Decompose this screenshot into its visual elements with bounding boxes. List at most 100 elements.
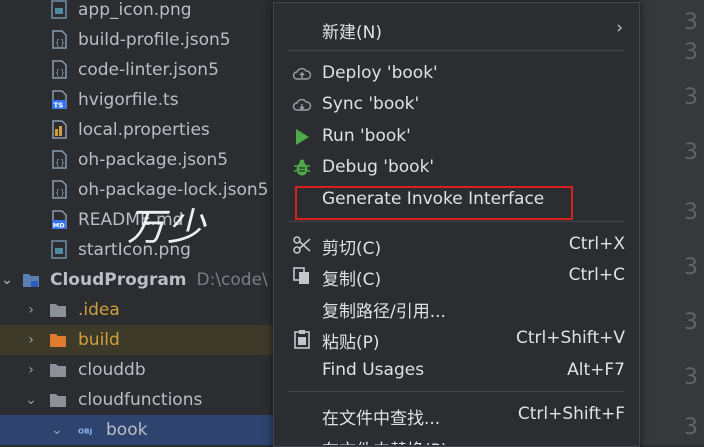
json-file-icon: {}: [52, 150, 67, 169]
tree-item-cloudfunctions[interactable]: ⌄ cloudfunctions: [0, 385, 300, 415]
tree-item-label: clouddb: [78, 360, 146, 380]
shortcut-label: Ctrl+Shift+V: [515, 328, 625, 348]
line-number: 3: [684, 140, 698, 165]
menu-item-label: Deploy 'book': [322, 63, 438, 83]
tree-item-build-profile[interactable]: {} build-profile.json5: [0, 25, 300, 55]
shortcut-label: Alt+F7: [567, 360, 625, 380]
menu-item-cut[interactable]: 剪切(C) Ctrl+X: [274, 229, 639, 259]
chevron-down-icon[interactable]: ⌄: [24, 393, 38, 407]
line-number: 3: [684, 40, 698, 65]
tree-item-cloudprogram[interactable]: ⌄ CloudProgram D:\code\: [0, 265, 300, 295]
ts-file-icon: TS: [52, 90, 67, 110]
svg-text:{}: {}: [55, 158, 65, 167]
menu-item-run[interactable]: Run 'book': [274, 121, 639, 151]
clipboard-icon: [294, 330, 310, 349]
image-file-icon: [51, 0, 67, 19]
menu-separator: [288, 221, 624, 222]
tree-item-label: CloudProgram D:\code\: [50, 270, 268, 290]
cloud-download-icon: [292, 98, 312, 111]
menu-separator: [288, 50, 624, 51]
json-file-icon: {}: [52, 30, 67, 49]
line-number: 3: [684, 255, 698, 280]
image-file-icon: [51, 240, 67, 259]
chevron-right-icon[interactable]: ›: [24, 333, 38, 347]
menu-item-find-usages[interactable]: Find Usages Alt+F7: [274, 355, 639, 385]
folder-orange-icon: [50, 334, 66, 347]
handwriting-overlay: 万少: [127, 205, 208, 249]
menu-item-label: 在文件中替换(P)...: [322, 436, 464, 445]
json-file-icon: {}: [52, 60, 67, 79]
tree-item-idea[interactable]: › .idea: [0, 295, 300, 325]
tree-item-label: code-linter.json5: [78, 60, 219, 80]
svg-text:{}: {}: [55, 188, 65, 197]
menu-item-label: Run 'book': [322, 126, 411, 146]
tree-item-hvigorfile[interactable]: TS hvigorfile.ts: [0, 85, 300, 115]
svg-text:TS: TS: [54, 102, 64, 110]
editor-gutter: 3 3 3 3 3 3 3 3 3: [640, 0, 704, 445]
line-number: 3: [684, 415, 698, 440]
obj-folder-icon: OBJ: [78, 427, 93, 436]
tree-item-clouddb[interactable]: › clouddb: [0, 355, 300, 385]
line-number: 3: [684, 310, 698, 335]
menu-item-label: 新建(N): [322, 23, 382, 43]
svg-text:{}: {}: [55, 38, 65, 47]
tree-item-label: book: [106, 420, 148, 440]
menu-item-label: 在文件中查找...: [322, 409, 441, 429]
tree-item-label: local.properties: [78, 120, 210, 140]
menu-item-replace-in-files[interactable]: 在文件中替换(P)...: [274, 431, 639, 445]
menu-item-label: 粘贴(P): [322, 333, 380, 353]
properties-file-icon: [52, 120, 67, 139]
chevron-down-icon[interactable]: ⌄: [50, 423, 64, 437]
folder-icon: [50, 364, 66, 377]
menu-item-new[interactable]: 新建(N) ›: [274, 13, 639, 43]
tree-item-book[interactable]: ⌄ OBJ book: [0, 415, 300, 445]
tree-item-label: oh-package.json5: [78, 150, 229, 170]
module-folder-icon: [23, 274, 39, 287]
tree-item-label: build-profile.json5: [78, 30, 231, 50]
svg-text:MD: MD: [53, 222, 65, 230]
tree-item-oh-package[interactable]: {} oh-package.json5: [0, 145, 300, 175]
folder-icon: [50, 304, 66, 317]
chevron-down-icon[interactable]: ⌄: [0, 273, 14, 287]
menu-item-sync[interactable]: Sync 'book': [274, 89, 639, 119]
menu-separator: [288, 391, 624, 392]
menu-item-debug[interactable]: Debug 'book': [274, 152, 639, 182]
shortcut-label: Ctrl+X: [568, 234, 625, 254]
highlight-box: [295, 186, 573, 220]
menu-item-copy[interactable]: 复制(C) Ctrl+C: [274, 260, 639, 290]
json-file-icon: {}: [52, 180, 67, 199]
menu-item-deploy[interactable]: Deploy 'book': [274, 58, 639, 88]
menu-item-label: Debug 'book': [322, 157, 435, 177]
line-number: 3: [684, 85, 698, 110]
line-number: 3: [684, 200, 698, 225]
tree-item-code-linter[interactable]: {} code-linter.json5: [0, 55, 300, 85]
chevron-right-icon[interactable]: ›: [24, 303, 38, 317]
md-file-icon: MD: [52, 210, 67, 230]
scissors-icon: [293, 236, 311, 254]
line-number: 3: [684, 365, 698, 390]
tree-item-label: app_icon.png: [78, 0, 192, 20]
chevron-right-icon: ›: [616, 18, 623, 38]
debug-bug-icon: [294, 159, 310, 176]
tree-item-label: hvigorfile.ts: [78, 90, 179, 110]
menu-item-label: Sync 'book': [322, 94, 420, 114]
shortcut-label: Ctrl+Shift+F: [517, 404, 625, 424]
menu-item-paste[interactable]: 粘贴(P) Ctrl+Shift+V: [274, 323, 639, 353]
cloud-upload-icon: [292, 67, 312, 80]
tree-item-local-properties[interactable]: local.properties: [0, 115, 300, 145]
line-number: 3: [684, 10, 698, 35]
tree-item-build[interactable]: › build: [0, 325, 300, 355]
chevron-right-icon[interactable]: ›: [24, 363, 38, 377]
menu-item-copy-path[interactable]: 复制路径/引用...: [274, 292, 639, 322]
context-menu: 新建(N) › Deploy 'book' Sync 'book' Run 'b…: [273, 2, 640, 447]
tree-item-label: build: [78, 330, 120, 350]
folder-icon: [50, 394, 66, 407]
tree-item-label: .idea: [78, 300, 120, 320]
menu-item-label: Find Usages: [322, 360, 425, 380]
copy-icon: [293, 267, 309, 284]
tree-item-app-icon[interactable]: app_icon.png: [0, 0, 300, 25]
menu-item-find-in-files[interactable]: 在文件中查找... Ctrl+Shift+F: [274, 399, 639, 429]
menu-item-label: 复制(C): [322, 270, 382, 290]
menu-item-label: 复制路径/引用...: [322, 302, 446, 322]
tree-item-label: cloudfunctions: [78, 390, 203, 410]
